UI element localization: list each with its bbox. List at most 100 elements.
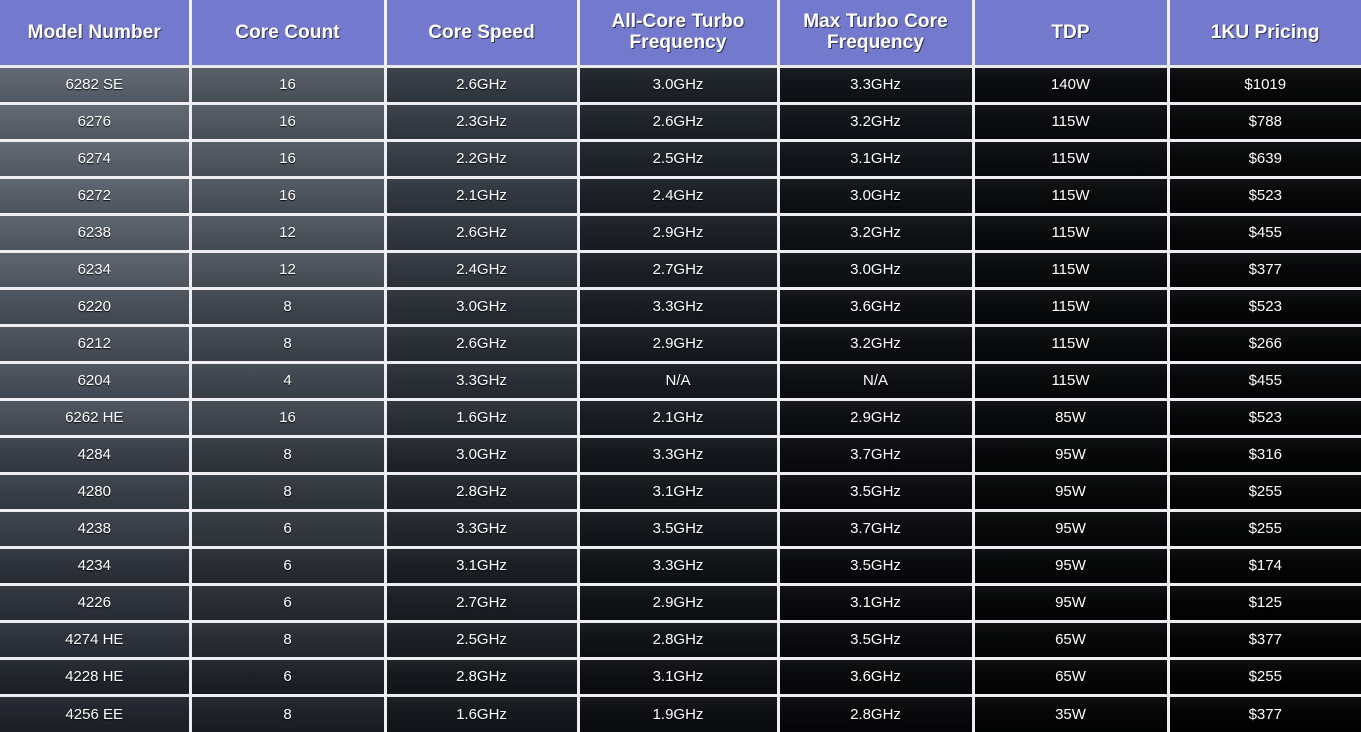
cell-text: 1.6GHz <box>456 705 507 723</box>
column-header-max-turbo-core-frequency[interactable]: Max Turbo Core Frequency <box>778 0 975 68</box>
cell-text: 2.9GHz <box>652 594 704 611</box>
cell-text: $788 <box>1248 113 1282 130</box>
cell-text: $455 <box>1248 224 1282 241</box>
cell-core-count: 8 <box>190 473 387 512</box>
cell-text: 95W <box>1055 483 1086 500</box>
cell-tdp: 65W <box>973 621 1170 660</box>
cell-text: 2.4GHz <box>456 261 507 278</box>
cell-tdp: 35W <box>973 695 1170 732</box>
column-header-all-core-turbo-frequency[interactable]: All-Core Turbo Frequency <box>578 0 780 68</box>
cell-text: 115W <box>1051 261 1090 278</box>
cell-core-count: 16 <box>190 66 387 105</box>
cell-core-count: 6 <box>190 584 387 623</box>
table-row[interactable]: 4284 8 3.0GHz 3.3GHz 3.7GHz 95W $316 <box>0 436 1361 475</box>
cell-all-core-turbo: 2.6GHz <box>578 103 780 142</box>
column-header-core-speed[interactable]: Core Speed <box>385 0 580 68</box>
table-row[interactable]: 6274 16 2.2GHz 2.5GHz 3.1GHz 115W $639 <box>0 140 1361 179</box>
cell-text: 3.3GHz <box>652 446 704 463</box>
cell-core-speed: 3.0GHz <box>385 436 580 475</box>
cell-model-number: 4256 EE <box>0 695 192 732</box>
cell-all-core-turbo: 2.9GHz <box>578 584 780 623</box>
cell-text: 4238 <box>77 520 111 537</box>
cell-model-number: 6204 <box>0 362 192 401</box>
cell-max-turbo-core: 3.2GHz <box>778 214 975 253</box>
cell-text: 3.0GHz <box>456 298 507 315</box>
cell-price: $255 <box>1168 473 1361 512</box>
cell-all-core-turbo: 3.0GHz <box>578 66 780 105</box>
table-row[interactable]: 4238 6 3.3GHz 3.5GHz 3.7GHz 95W $255 <box>0 510 1361 549</box>
table-row[interactable]: 4228 HE 6 2.8GHz 3.1GHz 3.6GHz 65W $255 <box>0 658 1361 697</box>
cell-text: $174 <box>1248 557 1282 574</box>
cell-price: $377 <box>1168 621 1361 660</box>
cell-text: 3.0GHz <box>850 187 901 204</box>
cell-text: 2.8GHz <box>456 483 507 500</box>
cell-all-core-turbo: 2.8GHz <box>578 621 780 660</box>
cell-text: 2.6GHz <box>456 76 507 93</box>
table-row[interactable]: 4274 HE 8 2.5GHz 2.8GHz 3.5GHz 65W $377 <box>0 621 1361 660</box>
cell-price: $455 <box>1168 362 1361 401</box>
cell-text: 16 <box>279 409 296 426</box>
cell-model-number: 4226 <box>0 584 192 623</box>
cell-core-speed: 2.3GHz <box>385 103 580 142</box>
table-row[interactable]: 4280 8 2.8GHz 3.1GHz 3.5GHz 95W $255 <box>0 473 1361 512</box>
cell-text: 12 <box>279 224 296 241</box>
cell-text: $523 <box>1248 187 1282 204</box>
table-row[interactable]: 6272 16 2.1GHz 2.4GHz 3.0GHz 115W $523 <box>0 177 1361 216</box>
cell-tdp: 115W <box>973 288 1170 327</box>
cell-text: 2.3GHz <box>456 113 507 130</box>
cell-text: 3.1GHz <box>850 594 901 611</box>
column-header-1ku-pricing[interactable]: 1KU Pricing <box>1168 0 1361 68</box>
cell-text: 8 <box>283 298 292 315</box>
table-row[interactable]: 6238 12 2.6GHz 2.9GHz 3.2GHz 115W $455 <box>0 214 1361 253</box>
column-header-core-count[interactable]: Core Count <box>190 0 387 68</box>
cell-text: 115W <box>1051 150 1090 167</box>
cell-text: 2.2GHz <box>456 150 507 167</box>
table-row[interactable]: 4256 EE 8 1.6GHz 1.9GHz 2.8GHz 35W $377 <box>0 695 1361 732</box>
cell-text: 3.3GHz <box>850 76 901 93</box>
cell-text: 16 <box>279 113 296 130</box>
table-row[interactable]: 6262 HE 16 1.6GHz 2.1GHz 2.9GHz 85W $523 <box>0 399 1361 438</box>
cell-text: 6212 <box>77 335 111 352</box>
cell-core-speed: 2.2GHz <box>385 140 580 179</box>
cell-text: 6274 <box>77 150 111 167</box>
cell-core-count: 6 <box>190 658 387 697</box>
table-row[interactable]: 4226 6 2.7GHz 2.9GHz 3.1GHz 95W $125 <box>0 584 1361 623</box>
cell-max-turbo-core: 3.1GHz <box>778 584 975 623</box>
cell-max-turbo-core: 3.6GHz <box>778 288 975 327</box>
column-header-tdp[interactable]: TDP <box>973 0 1170 68</box>
cell-text: 8 <box>283 483 292 500</box>
table-row[interactable]: 6204 4 3.3GHz N/A N/A 115W $455 <box>0 362 1361 401</box>
cell-model-number: 6274 <box>0 140 192 179</box>
column-header-model-number[interactable]: Model Number <box>0 0 192 68</box>
cell-text: 2.8GHz <box>456 668 507 685</box>
table-row[interactable]: 6212 8 2.6GHz 2.9GHz 3.2GHz 115W $266 <box>0 325 1361 364</box>
cell-text: 4284 <box>77 446 111 463</box>
column-header-line: Model Number <box>27 21 161 43</box>
column-header-line: All-Core Turbo <box>611 10 745 32</box>
table-row[interactable]: 6276 16 2.3GHz 2.6GHz 3.2GHz 115W $788 <box>0 103 1361 142</box>
cell-text: 3.2GHz <box>850 113 901 130</box>
cell-core-speed: 2.8GHz <box>385 473 580 512</box>
cell-price: $523 <box>1168 177 1361 216</box>
cell-text: $639 <box>1248 150 1282 167</box>
cell-text: N/A <box>862 372 888 389</box>
cell-text: 95W <box>1055 520 1086 537</box>
cell-all-core-turbo: 3.3GHz <box>578 436 780 475</box>
cell-core-count: 8 <box>190 288 387 327</box>
cell-text: $455 <box>1248 372 1282 389</box>
cell-all-core-turbo: 1.9GHz <box>578 695 780 732</box>
table-row[interactable]: 6234 12 2.4GHz 2.7GHz 3.0GHz 115W $377 <box>0 251 1361 290</box>
table-row[interactable]: 6220 8 3.0GHz 3.3GHz 3.6GHz 115W $523 <box>0 288 1361 327</box>
cell-text: 6 <box>283 594 292 611</box>
table-row[interactable]: 6282 SE 16 2.6GHz 3.0GHz 3.3GHz 140W $1019 <box>0 66 1361 105</box>
cell-core-count: 8 <box>190 436 387 475</box>
cell-text: 115W <box>1051 113 1090 130</box>
cell-text: 140W <box>1050 76 1091 93</box>
cell-tdp: 95W <box>973 436 1170 475</box>
cell-text: 4234 <box>77 557 111 574</box>
cell-core-speed: 3.3GHz <box>385 510 580 549</box>
table-row[interactable]: 4234 6 3.1GHz 3.3GHz 3.5GHz 95W $174 <box>0 547 1361 586</box>
cell-max-turbo-core: 3.5GHz <box>778 621 975 660</box>
cell-max-turbo-core: 3.2GHz <box>778 325 975 364</box>
cell-text: $377 <box>1248 631 1282 648</box>
